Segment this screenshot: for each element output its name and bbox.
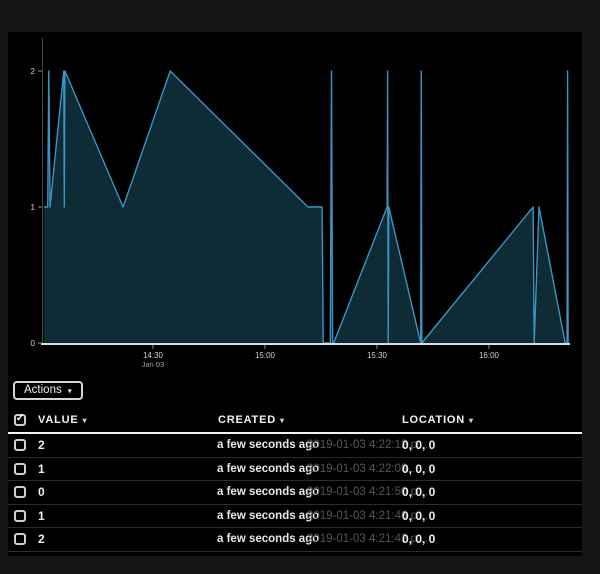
timeseries-area-chart: 0 1 2 14:30Jan 03 15:00 15:30 16:00	[8, 32, 582, 372]
actions-button-label: Actions	[24, 383, 62, 398]
sort-caret-icon: ▾	[469, 416, 473, 425]
page: { "chart_data": { "type": "area", "title…	[0, 0, 600, 574]
value-cell: 0	[38, 485, 45, 499]
column-header-location[interactable]: LOCATION▾	[402, 414, 473, 426]
value-cell: 2	[38, 532, 45, 546]
table-row: 1a few seconds ago2019-01-03 4:21:46 p…0…	[8, 505, 582, 529]
location-cell: 0, 0, 0	[402, 509, 435, 523]
x-tick-label: 15:00	[255, 351, 276, 360]
row-checkbox[interactable]	[14, 439, 26, 451]
created-relative-cell: a few seconds ago	[217, 510, 319, 522]
created-relative-cell: a few seconds ago	[217, 486, 319, 498]
table-body: 2a few seconds ago2019-01-03 4:22:12 p…0…	[8, 434, 582, 552]
row-checkbox[interactable]	[14, 533, 26, 545]
created-relative-cell: a few seconds ago	[217, 463, 319, 475]
row-checkbox[interactable]	[14, 463, 26, 475]
chart-plot-area: 0 1 2 14:30Jan 03 15:00 15:30 16:00	[8, 32, 582, 372]
actions-button[interactable]: Actions ▾	[13, 381, 83, 400]
y-tick-label: 1	[31, 203, 36, 212]
location-cell: 0, 0, 0	[402, 462, 435, 476]
column-header-value[interactable]: VALUE▾	[38, 414, 86, 426]
value-cell: 1	[38, 509, 45, 523]
value-cell: 1	[38, 462, 45, 476]
select-all-checkbox[interactable]: ✓	[14, 414, 26, 426]
row-checkbox[interactable]	[14, 510, 26, 522]
location-cell: 0, 0, 0	[402, 485, 435, 499]
table-row: 2a few seconds ago2019-01-03 4:21:42 p…0…	[8, 528, 582, 552]
y-tick-label: 2	[31, 67, 36, 76]
y-tick-label: 0	[31, 339, 36, 348]
created-relative-cell: a few seconds ago	[217, 533, 319, 545]
table-header: ✓ VALUE▾ CREATED▾ LOCATION▾	[8, 408, 582, 432]
chevron-down-icon: ▾	[68, 384, 72, 399]
metric-panel: 01214:30Jan 0315:0015:3016:00 Actions ▾ …	[8, 32, 582, 556]
x-tick-label: 16:00	[479, 351, 500, 360]
x-tick-label: 15:30	[367, 351, 388, 360]
sort-caret-icon: ▾	[82, 416, 86, 425]
check-icon: ✓	[16, 414, 24, 424]
table-row: 2a few seconds ago2019-01-03 4:22:12 p…0…	[8, 434, 582, 458]
row-checkbox[interactable]	[14, 486, 26, 498]
x-tick-sublabel: Jan 03	[142, 360, 165, 369]
column-header-created[interactable]: CREATED▾	[218, 414, 284, 426]
created-relative-cell: a few seconds ago	[217, 439, 319, 451]
x-tick-label: 14:30	[143, 351, 164, 360]
value-cell: 2	[38, 438, 45, 452]
sort-caret-icon: ▾	[280, 416, 284, 425]
table-row: 1a few seconds ago2019-01-03 4:22:08 …0,…	[8, 458, 582, 482]
location-cell: 0, 0, 0	[402, 438, 435, 452]
location-cell: 0, 0, 0	[402, 532, 435, 546]
table-row: 0a few seconds ago2019-01-03 4:21:50 p…0…	[8, 481, 582, 505]
